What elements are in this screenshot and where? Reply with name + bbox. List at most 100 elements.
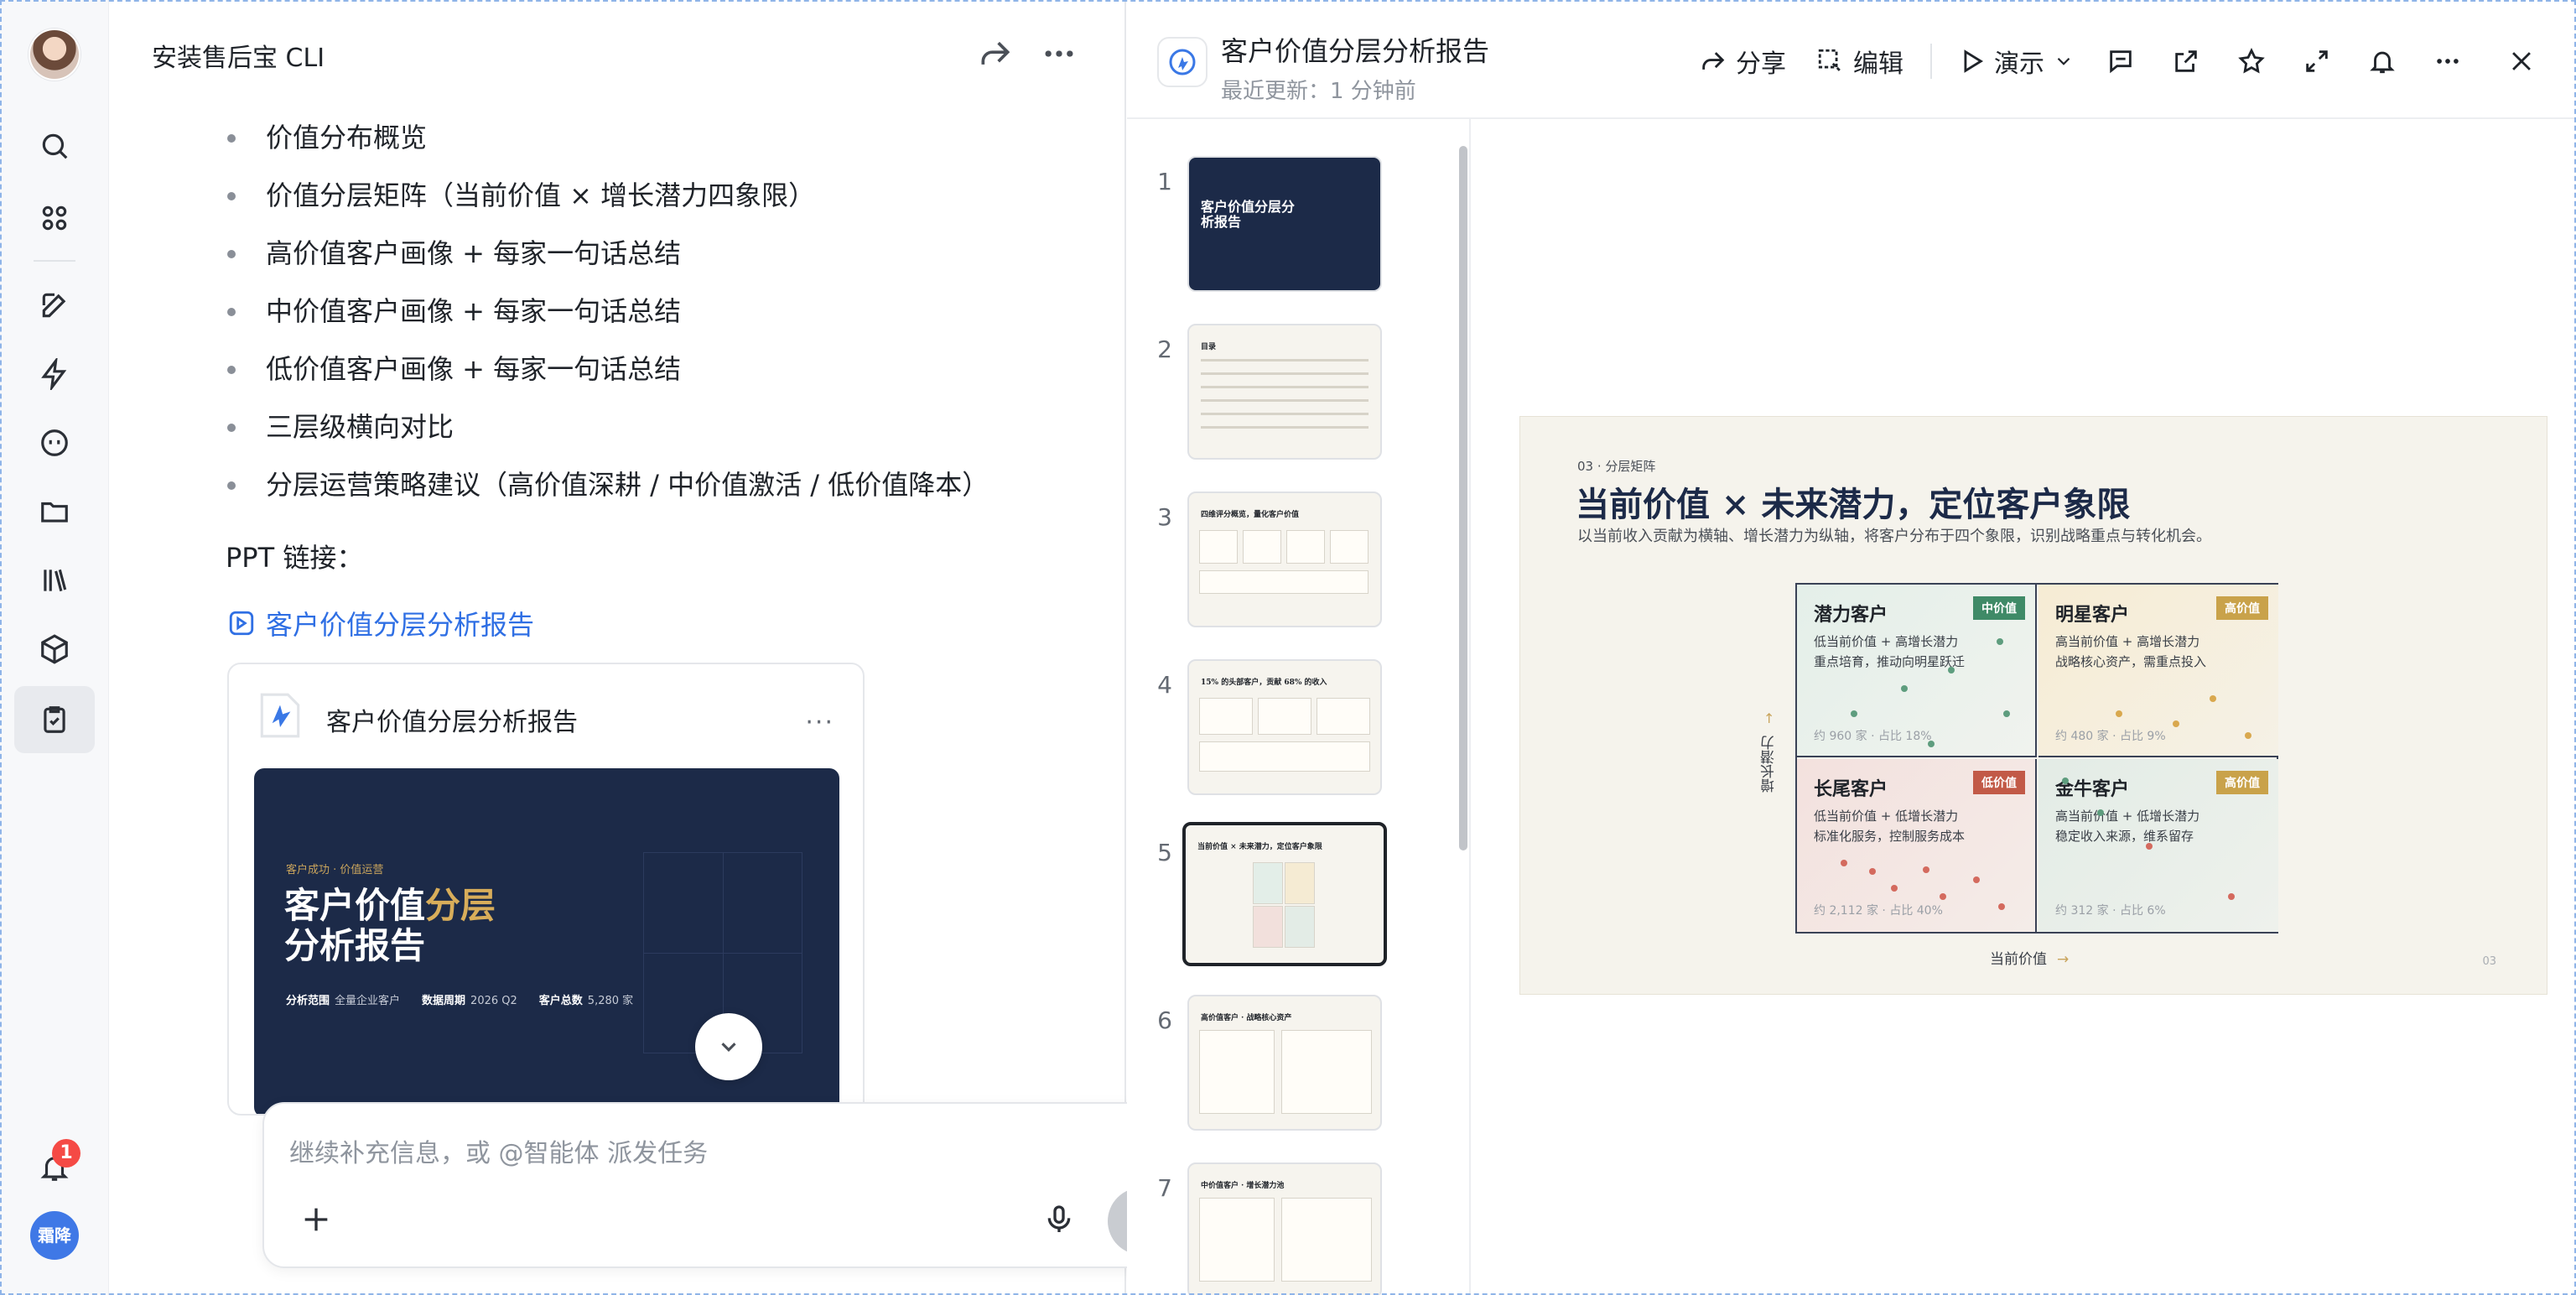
quadrant-badge: 高价值 [2216, 771, 2268, 794]
current-slide[interactable]: 03 · 分层矩阵 当前价值 × 未来潜力，定位客户象限 以当前收入贡献为横轴、… [1519, 416, 2547, 995]
scrollbar-thumb[interactable] [1459, 146, 1467, 850]
slide-subtitle: 以当前收入贡献为横轴、增长潜力为纵轴，将客户分布于四个象限，识别战略重点与转化机… [1577, 528, 2211, 545]
thumb-slide-5-selected[interactable]: 当前价值 × 未来潜力，定位客户象限 [1182, 822, 1387, 966]
thumb-line [1201, 372, 1368, 375]
slide-title: 当前价值 × 未来潜力，定位客户象限 [1576, 485, 2131, 524]
app-logo-icon [260, 693, 300, 738]
scatter-dot [2062, 778, 2069, 784]
tasks-icon[interactable] [14, 686, 95, 753]
thumb-box [1330, 530, 1368, 564]
quadrant-title: 潜力客户 [1814, 604, 1888, 626]
quadrant-title: 明星客户 [2055, 604, 2130, 626]
scroll-down-button[interactable] [695, 1013, 762, 1080]
scatter-dot [1973, 876, 1980, 883]
meta-item: 数据周期 2026 Q2 [422, 991, 517, 1007]
notification-badge: 1 [52, 1139, 80, 1168]
scatter-dot [1901, 685, 1908, 692]
thumb-slide-3[interactable]: 四维评分概览，量化客户价值 [1187, 491, 1382, 627]
list-item: 低价值客户画像 + 每家一句话总结 [227, 349, 989, 407]
library-icon[interactable] [31, 557, 78, 604]
lightning-icon[interactable] [31, 351, 78, 398]
quadrant-longtail: 长尾客户 低价值 低当前价值 + 低增长潜力 标准化服务，控制服务成本 约 2,… [1797, 759, 2037, 932]
edit-button[interactable]: 编辑 [1816, 42, 1903, 81]
thumb-number: 6 [1157, 1006, 1172, 1034]
thumb-slide-6[interactable]: 高价值客户 · 战略核心资产 [1187, 995, 1382, 1131]
quadrant-desc: 高当前价值 + 高增长潜力 战略核心资产，需重点投入 [2055, 634, 2207, 669]
x-axis-text: 当前价值 [1990, 951, 2047, 968]
thumb-box [1253, 862, 1283, 904]
list-item: 价值分层矩阵（当前价值 × 增长潜力四象限） [227, 175, 989, 233]
meta-key: 分析范围 [286, 995, 330, 1007]
close-icon[interactable] [2507, 42, 2536, 81]
bell-icon[interactable] [2368, 42, 2397, 81]
thumb-box [1285, 862, 1315, 904]
scatter-dot [1923, 866, 1929, 873]
x-axis-label: 当前价值 → [1990, 947, 2069, 968]
card-more-button[interactable]: ··· [805, 708, 834, 737]
left-rail: 1 霜降 [0, 0, 109, 1295]
thumb-line [1201, 359, 1368, 361]
slides-doc-icon [229, 611, 254, 636]
thumb-slide-4[interactable]: 15% 的头部客户，贡献 68% 的收入 [1187, 659, 1382, 795]
scatter-dot [2245, 732, 2251, 739]
assistant-icon[interactable] [31, 419, 78, 466]
quadrant-badge: 中价值 [1973, 596, 2025, 620]
thumb-slide-1[interactable]: 客户价值分层分析报告 [1187, 156, 1382, 292]
cover-tag: 客户成功 · 价值运营 [286, 864, 384, 876]
list-item: 分层运营策略建议（高价值深耕 / 中价值激活 / 低价值降本） [227, 465, 989, 523]
search-icon[interactable] [31, 122, 78, 169]
composer-placeholder[interactable]: 继续补充信息，或 @智能体 派发任务 [289, 1132, 708, 1169]
slide-page-number: 03 [2482, 955, 2496, 968]
comment-icon[interactable] [2106, 42, 2135, 81]
scatter-dot [2116, 710, 2122, 717]
share-button[interactable]: 分享 [1699, 42, 1786, 81]
profile-avatar[interactable] [29, 29, 80, 81]
share-icon [1702, 52, 1725, 70]
ppt-preview-card[interactable]: 客户价值分层分析报告 ··· 客户成功 · 价值运营 客户价值分层 分析报告 分… [227, 663, 865, 1116]
thumb-line [1201, 426, 1368, 429]
thumbnail-scrollbar[interactable] [1457, 127, 1467, 1288]
thumb-number: 3 [1157, 503, 1172, 531]
plus-icon[interactable] [299, 1203, 333, 1236]
share-icon[interactable] [977, 35, 1014, 72]
thumb-box [1199, 1030, 1275, 1114]
more-icon[interactable] [2433, 42, 2462, 81]
ppt-label: PPT 链接： [226, 542, 364, 574]
ppt-link[interactable]: 客户价值分层分析报告 [227, 604, 534, 642]
edit-icon[interactable] [31, 282, 78, 329]
quadrant-desc: 低当前价值 + 高增长潜力 重点培育，推动向明星跃迁 [1814, 634, 1966, 669]
thumb-box [1199, 741, 1370, 772]
document-panel: 客户价值分层分析报告 最近更新：1 分钟前 分享 编辑 演示 1 客户价值分层分… [1127, 0, 2576, 1295]
folder-icon[interactable] [31, 488, 78, 535]
cover-title-gold: 分层 [425, 885, 496, 926]
value-matrix: 潜力客户 中价值 低当前价值 + 高增长潜力 重点培育，推动向明星跃迁 约 96… [1795, 583, 2278, 934]
apps-icon[interactable] [31, 195, 78, 242]
user-avatar[interactable]: 霜降 [30, 1211, 79, 1260]
scatter-dot [1998, 903, 2005, 910]
cube-icon[interactable] [31, 626, 78, 673]
chat-title: 安装售后宝 CLI [152, 44, 325, 73]
present-button[interactable]: 演示 [1957, 42, 2075, 81]
star-icon[interactable] [2237, 42, 2266, 81]
quadrant-stat: 约 960 家 · 占比 18% [1814, 730, 1932, 743]
thumb-number: 4 [1157, 671, 1172, 699]
scatter-dot [1940, 893, 1946, 900]
message-composer[interactable]: 继续补充信息，或 @智能体 派发任务 [262, 1102, 1192, 1268]
thumb-box [1243, 530, 1281, 564]
thumb-slide-7[interactable]: 中价值客户 · 增长潜力池 [1187, 1162, 1382, 1295]
open-external-icon[interactable] [2172, 42, 2200, 81]
thumb-slide-2[interactable]: 目录 [1187, 324, 1382, 460]
expand-icon[interactable] [2303, 42, 2331, 81]
scatter-dot [2228, 893, 2235, 900]
meta-value: 2026 Q2 [470, 995, 517, 1007]
thumb-box [1199, 530, 1238, 564]
more-icon[interactable] [1041, 35, 1078, 72]
microphone-icon[interactable] [1042, 1201, 1076, 1238]
quadrant-title: 长尾客户 [1814, 778, 1888, 800]
quadrant-badge: 低价值 [1973, 771, 2025, 794]
scatter-dot [1891, 885, 1898, 892]
slide-section-tag: 03 · 分层矩阵 [1577, 459, 1656, 474]
thumb-box [1199, 698, 1253, 735]
thumb-line [1201, 413, 1368, 415]
quadrant-badge: 高价值 [2216, 596, 2268, 620]
